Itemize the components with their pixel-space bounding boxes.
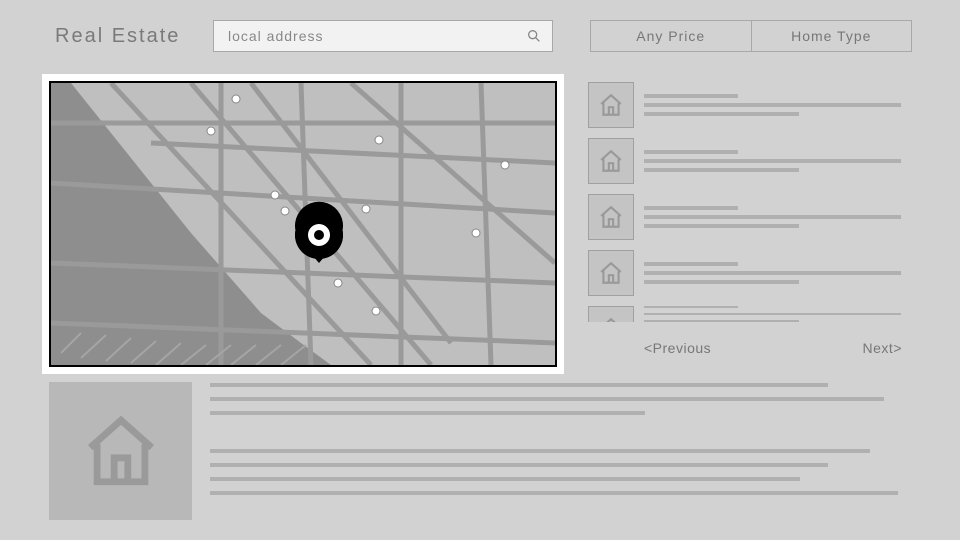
search-icon[interactable] [526,28,542,44]
home-icon [588,306,634,322]
filter-home-type[interactable]: Home Type [752,21,912,51]
listing-item[interactable] [588,82,912,128]
listing-item[interactable] [588,138,912,184]
detail-panel [49,382,912,520]
search-box[interactable] [213,20,553,52]
home-icon [588,138,634,184]
listing-item[interactable] [588,194,912,240]
filter-price[interactable]: Any Price [591,21,752,51]
detail-home-icon [49,382,192,520]
pager-prev[interactable]: <Previous [644,340,711,356]
search-input[interactable] [228,28,526,44]
brand-title: Real Estate [55,25,213,48]
listing-item[interactable] [588,250,912,296]
map-frame [42,74,564,374]
listing-item[interactable] [588,306,912,322]
home-icon [588,82,634,128]
home-icon [588,194,634,240]
map-viewport[interactable] [49,81,557,367]
detail-text [210,382,912,520]
pager-next[interactable]: Next> [863,340,902,356]
listings-panel: <Previous Next> [588,82,912,356]
home-icon [588,250,634,296]
